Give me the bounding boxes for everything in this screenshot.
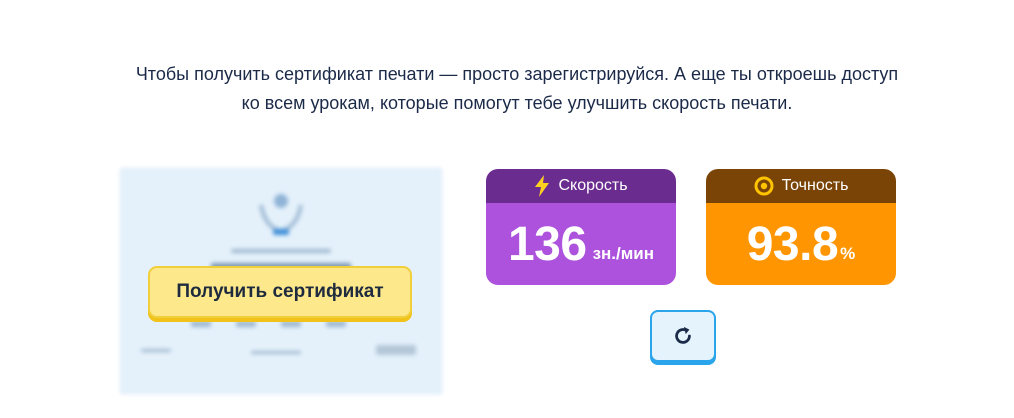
speed-card-header: Скорость	[486, 169, 676, 203]
accuracy-card-header: Точность	[706, 169, 896, 203]
speed-card-body: 136 зн./мин	[486, 203, 676, 285]
restart-button[interactable]	[650, 310, 716, 362]
restart-icon	[672, 325, 694, 347]
speed-card: Скорость 136 зн./мин	[486, 169, 676, 285]
target-icon	[754, 176, 774, 196]
speed-unit: зн./мин	[592, 244, 655, 263]
certificate-emblem-icon	[259, 194, 303, 235]
speed-value: 136	[507, 217, 587, 271]
speed-label: Скорость	[558, 177, 628, 194]
accuracy-value: 93.8	[746, 217, 839, 271]
accuracy-card: Точность 93.8 %	[706, 169, 896, 285]
lightning-icon	[534, 175, 550, 197]
accuracy-label: Точность	[781, 177, 849, 194]
intro-text: Чтобы получить сертификат печати — прост…	[135, 64, 899, 113]
get-certificate-button[interactable]: Получить сертификат	[148, 266, 412, 318]
accuracy-unit: %	[840, 244, 856, 263]
accuracy-card-body: 93.8 %	[706, 203, 896, 285]
